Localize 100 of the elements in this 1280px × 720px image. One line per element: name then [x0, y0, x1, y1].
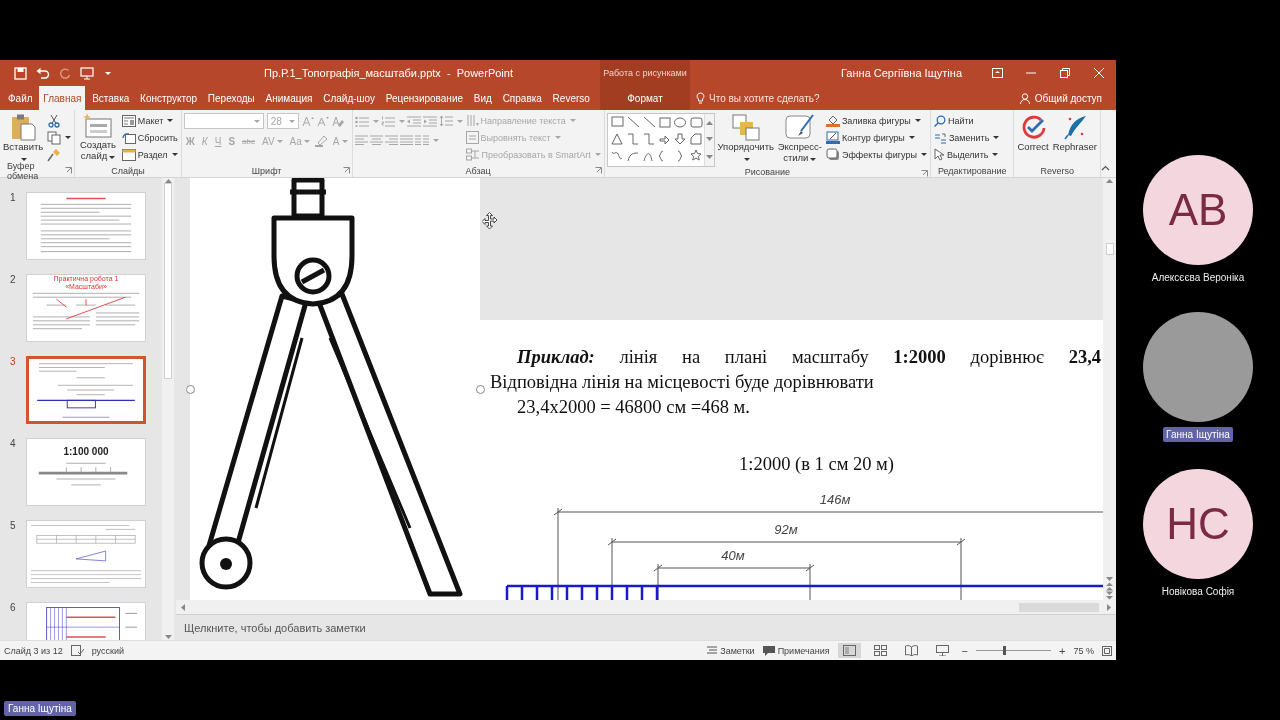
slide-counter: Слайд 3 из 12: [4, 645, 63, 656]
zoom-level: 75 %: [1073, 645, 1094, 656]
save-icon[interactable]: [14, 66, 27, 80]
up-arrow-icon[interactable]: [164, 178, 172, 183]
right-arrow-icon[interactable]: [1107, 603, 1112, 611]
ribbon-display-icon[interactable]: [991, 68, 1003, 78]
shape-effects-icon: [825, 148, 840, 161]
fit-window-icon[interactable]: [1102, 645, 1112, 656]
ribbon-button[interactable]: Раздел: [120, 147, 179, 162]
ribbon-button[interactable]: Выделить: [932, 147, 1001, 162]
scrollbar[interactable]: [176, 600, 1116, 614]
scrollbar[interactable]: [162, 178, 174, 640]
text-direction-icon: [465, 114, 479, 127]
share-button[interactable]: Общий доступ: [1013, 86, 1116, 110]
down-arrow-icon[interactable]: [705, 137, 713, 143]
undo-icon[interactable]: [36, 67, 50, 79]
zoom-out-button[interactable]: −: [961, 644, 969, 657]
thumbnail-title: 1:100 000: [63, 445, 109, 459]
brush-icon: [47, 147, 62, 162]
caret-icon: [253, 119, 260, 123]
ribbon-button[interactable]: Упорядочить: [716, 113, 775, 163]
ribbon-button[interactable]: Найти: [932, 113, 1001, 128]
participant-name: Алексєєва Вероніка: [1150, 271, 1246, 285]
notes-icon: [707, 646, 718, 655]
ribbon-button[interactable]: Сбросить: [120, 130, 179, 145]
ribbon-button[interactable]: Эффекты фигуры: [824, 147, 928, 162]
ribbon-tab[interactable]: Конструктор: [136, 86, 202, 110]
ribbon-button[interactable]: Correct: [1016, 113, 1050, 152]
close-icon[interactable]: [1094, 68, 1104, 78]
slide-thumbnail[interactable]: [26, 356, 146, 424]
scale-caption: 1:2000 (в 1 см 20 м): [739, 454, 894, 475]
slide-text: Відповідна лінія на місцевості буде дорівнювати: [490, 371, 875, 394]
dimension-label: 92м: [774, 522, 798, 537]
chevron-up-icon[interactable]: [1101, 165, 1110, 171]
ribbon-tab[interactable]: Переходы: [203, 86, 259, 110]
double-down-arrow-icon[interactable]: [1106, 591, 1113, 600]
ribbon-button[interactable]: Заливка фигуры: [824, 113, 928, 128]
comments-button[interactable]: Примечания: [762, 645, 830, 656]
restore-icon[interactable]: [1060, 68, 1070, 78]
name-tag: Ганна Іщутіна: [1163, 427, 1233, 442]
launcher-icon[interactable]: [920, 170, 928, 177]
lightbulb-icon: [696, 92, 705, 104]
ribbon-tab[interactable]: Справка: [498, 86, 546, 110]
participant-name: Новікова Софія: [1160, 585, 1236, 599]
left-arrow-icon[interactable]: [180, 603, 185, 611]
caret-icon: [372, 119, 379, 123]
spellcheck-icon[interactable]: [70, 645, 84, 656]
layout-icon: [121, 114, 136, 127]
user-name: Ганна Сергіївна Іщутіна: [841, 67, 962, 79]
zoom-in-button[interactable]: +: [1059, 644, 1066, 657]
slider-thumb[interactable]: [1002, 646, 1006, 655]
down-arrow-icon[interactable]: [1106, 577, 1113, 582]
avatar: НС: [1143, 469, 1253, 579]
ribbon-tab[interactable]: Вид: [469, 86, 496, 110]
ribbon-button[interactable]: Контур фигуры: [824, 130, 928, 145]
resize-handle[interactable]: [186, 385, 195, 394]
tell-me-search[interactable]: Что вы хотите сделать?: [696, 86, 820, 110]
ribbon-tab[interactable]: Анимация: [261, 86, 317, 110]
ribbon-button[interactable]: Создать слайд: [77, 113, 119, 161]
scrollbar[interactable]: [1103, 178, 1116, 600]
ribbon-tab[interactable]: Слайд-шоу: [319, 86, 380, 110]
ribbon-tab[interactable]: Вставка: [88, 86, 134, 110]
down-arrow-icon[interactable]: [705, 154, 713, 160]
caret-icon: [398, 119, 405, 123]
stacked-squares-icon: [730, 113, 761, 141]
down-arrow-icon[interactable]: [164, 635, 172, 640]
slide-number: 1: [10, 192, 17, 205]
ribbon-tab[interactable]: Рецензирование: [381, 86, 468, 110]
up-arrow-icon[interactable]: [1106, 178, 1113, 183]
ribbon-button[interactable]: Макет: [120, 113, 179, 128]
normal-view-icon: [842, 645, 856, 656]
scrollbar-thumb[interactable]: [1105, 243, 1114, 255]
group-label: Слайды: [111, 165, 145, 176]
group-label: Буфер обмена: [7, 160, 40, 181]
view-button[interactable]: [837, 643, 861, 658]
ribbon-tab[interactable]: Формат: [600, 86, 690, 110]
ribbon-button[interactable]: Экспресс-стили: [776, 113, 823, 163]
new-slide-icon: [83, 113, 114, 139]
scrollbar-thumb[interactable]: [164, 183, 172, 379]
ribbon-button[interactable]: Заменить: [932, 130, 1001, 145]
ribbon-tab[interactable]: Файл: [4, 86, 37, 110]
launcher-icon[interactable]: [65, 167, 73, 174]
person-icon: [1019, 92, 1031, 104]
redo-icon[interactable]: [59, 67, 71, 79]
ribbon-tab[interactable]: Главная: [39, 86, 86, 110]
cursor-icon: [933, 148, 945, 161]
dimension-label: 146м: [819, 492, 851, 507]
icon-button[interactable]: [46, 130, 73, 145]
slide-thumbnail[interactable]: 1:100 000: [26, 438, 146, 506]
ribbon-button[interactable]: Вставить: [2, 113, 45, 163]
slide-number: 4: [10, 438, 17, 451]
caret-icon: [341, 139, 348, 143]
presentation-icon[interactable]: [80, 66, 94, 80]
context-label: Работа с рисунками: [600, 60, 690, 86]
ribbon-tab[interactable]: Reverso: [548, 86, 594, 110]
window-title: Пр.Р.1_Топографія_масштаби.pptx - PowerPoint: [264, 67, 513, 79]
smartart-icon: [465, 148, 480, 161]
up-arrow-icon[interactable]: [705, 120, 713, 126]
notes-button[interactable]: Заметки: [707, 645, 755, 656]
ribbon-button[interactable]: Rephraser: [1051, 113, 1098, 152]
